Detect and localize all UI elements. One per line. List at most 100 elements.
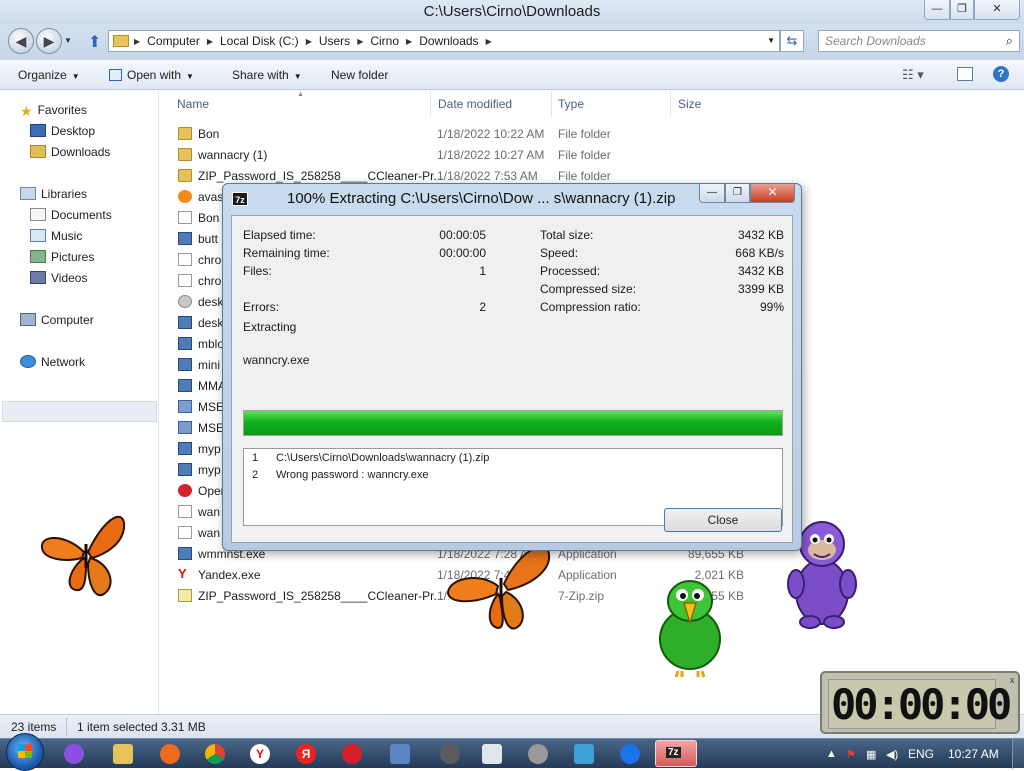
address-bar[interactable]: ▶ Computer ▶ Local Disk (C:) ▶ Users ▶ C… (108, 30, 780, 52)
nav-music[interactable]: Music (30, 229, 82, 243)
nav-favorites[interactable]: ★ Favorites (20, 103, 87, 120)
search-icon[interactable]: ⌕ (1006, 33, 1013, 49)
chevron-down-icon[interactable]: ▼ (767, 36, 775, 45)
chevron-right-icon[interactable]: ▶ (484, 37, 494, 46)
notepad-icon[interactable] (482, 744, 502, 764)
countdown-timer-widget[interactable]: 00:00:00 x (820, 671, 1020, 734)
column-header-type[interactable]: Type (558, 97, 584, 111)
processed-value: 3432 KB (737, 264, 784, 278)
nav-pictures[interactable]: Pictures (30, 250, 94, 264)
taskbar: Y Я 7z ▲ ⚑ ▦ ◀) ENG 10:27 AM (0, 733, 1024, 771)
file-row[interactable]: wannacry (1) 1/18/2022 10:27 AM File folde… (176, 144, 1016, 165)
column-divider[interactable] (551, 91, 552, 117)
desktop-icon (30, 124, 46, 137)
file-row[interactable]: Y Yandex.exe 1/18/2022 7:49 Application 2,02… (176, 564, 1016, 585)
nav-computer[interactable]: Computer (20, 313, 94, 327)
chevron-right-icon[interactable]: ▶ (404, 37, 414, 46)
maximize-button[interactable]: ❐ (950, 0, 974, 20)
chevron-right-icon[interactable]: ▶ (205, 37, 215, 46)
new-folder-button[interactable]: New folder (331, 68, 388, 82)
raccoon-icon[interactable] (528, 744, 548, 764)
column-divider[interactable] (430, 91, 431, 117)
refresh-icon[interactable]: ⇆ (780, 30, 804, 52)
nav-network[interactable]: Network (20, 355, 85, 369)
share-with-button[interactable]: Share with ▼ (232, 68, 302, 82)
monitor-icon[interactable] (574, 744, 594, 764)
language-indicator[interactable]: ENG (908, 747, 934, 761)
dialog-maximize-button[interactable]: ❐ (725, 184, 750, 203)
breadcrumb-cirno[interactable]: Cirno (365, 34, 404, 48)
file-row[interactable]: Bon 1/18/2022 10:22 AM File folder (176, 123, 1016, 144)
column-header-date[interactable]: Date modified (438, 97, 512, 111)
file-type: 7-Zip.zip (558, 589, 605, 603)
breadcrumb-computer[interactable]: Computer (142, 34, 205, 48)
dialog-close-button[interactable]: ✕ (750, 184, 795, 203)
chevron-right-icon[interactable]: ▶ (355, 37, 365, 46)
network-tray-icon[interactable]: ▦ (866, 748, 876, 761)
explorer-taskbar-icon[interactable] (113, 744, 133, 764)
organize-button[interactable]: Organize ▼ (18, 68, 80, 82)
search-input[interactable]: Search Downloads ⌕ (818, 30, 1020, 52)
file-name: Bon (198, 211, 220, 225)
opera-icon[interactable] (342, 744, 362, 764)
file-type: File folder (558, 148, 611, 162)
item-count: 23 items (11, 720, 57, 734)
yandex-icon[interactable]: Я (296, 744, 316, 764)
breadcrumb-users[interactable]: Users (314, 34, 355, 48)
column-header-size[interactable]: Size (678, 97, 701, 111)
chrome-canary-icon[interactable] (620, 744, 640, 764)
doc-icon (178, 505, 192, 518)
file-date: 1/18/2022 7:53 AM (437, 169, 538, 183)
nav-libraries[interactable]: Libraries (20, 187, 87, 201)
log-text: C:\Users\Cirno\Downloads\wannacry (1).zi… (276, 452, 490, 464)
nav-videos[interactable]: Videos (30, 271, 87, 285)
firefox-icon[interactable] (160, 744, 180, 764)
timer-close-button[interactable]: x (1010, 675, 1015, 685)
column-divider[interactable] (670, 91, 671, 117)
file-row[interactable]: ZIP_Password_IS_258258____CCleaner-Pr...… (176, 585, 1016, 606)
preview-pane-icon[interactable] (957, 67, 973, 81)
dialog-minimize-button[interactable]: — (699, 184, 725, 203)
app-window-icon[interactable] (390, 744, 410, 764)
alice-assistant-icon[interactable] (64, 744, 84, 764)
chevron-right-icon[interactable]: ▶ (304, 37, 314, 46)
forward-button[interactable]: ▶ (36, 28, 62, 54)
7zip-taskbar-button[interactable]: 7z (655, 740, 697, 767)
gimp-icon[interactable] (440, 744, 460, 764)
minimize-button[interactable]: — (924, 0, 950, 20)
back-button[interactable]: ◀ (8, 28, 34, 54)
doc-icon (178, 526, 192, 539)
tray-expand-icon[interactable]: ▲ (826, 748, 837, 760)
chevron-right-icon[interactable]: ▶ (132, 37, 142, 46)
file-name: ZIP_Password_IS_258258____CCleaner-Pr... (198, 589, 444, 603)
chrome-icon[interactable] (205, 744, 225, 764)
title-bar[interactable]: C:\Users\Cirno\Downloads — ❐ ✕ (0, 0, 1024, 24)
start-button[interactable] (6, 733, 44, 771)
videos-icon (30, 271, 46, 284)
nav-computer-highlight (2, 401, 157, 422)
volume-icon[interactable]: ◀) (886, 748, 898, 761)
timer-value: 00:00:00 (831, 680, 1012, 729)
views-icon[interactable]: ☷ ▾ (902, 67, 924, 83)
nav-documents[interactable]: Documents (30, 208, 112, 222)
column-header-name[interactable]: Name (177, 97, 209, 111)
file-name: myp (198, 442, 221, 456)
help-icon[interactable]: ? (993, 66, 1009, 82)
yandex-browser-icon[interactable]: Y (250, 744, 270, 764)
up-arrow-icon[interactable]: ⬆ (88, 32, 101, 52)
recent-pages-dropdown-icon[interactable]: ▼ (64, 36, 72, 45)
compression-ratio-label: Compression ratio: (540, 300, 641, 314)
action-center-flag-icon[interactable]: ⚑ (846, 748, 856, 761)
open-with-button[interactable]: Open with ▼ (109, 68, 194, 82)
breadcrumb-local-disk[interactable]: Local Disk (C:) (215, 34, 304, 48)
breadcrumb-downloads[interactable]: Downloads (414, 34, 483, 48)
close-dialog-button[interactable]: Close (664, 508, 782, 532)
show-desktop-button[interactable] (1012, 739, 1024, 769)
clock[interactable]: 10:27 AM (948, 747, 999, 761)
close-button[interactable]: ✕ (974, 0, 1020, 20)
nav-desktop[interactable]: Desktop (30, 124, 95, 138)
parrot-assistant[interactable] (652, 575, 730, 679)
nav-downloads[interactable]: Downloads (30, 145, 110, 159)
pictures-icon (30, 250, 46, 263)
doc-icon (178, 274, 192, 287)
